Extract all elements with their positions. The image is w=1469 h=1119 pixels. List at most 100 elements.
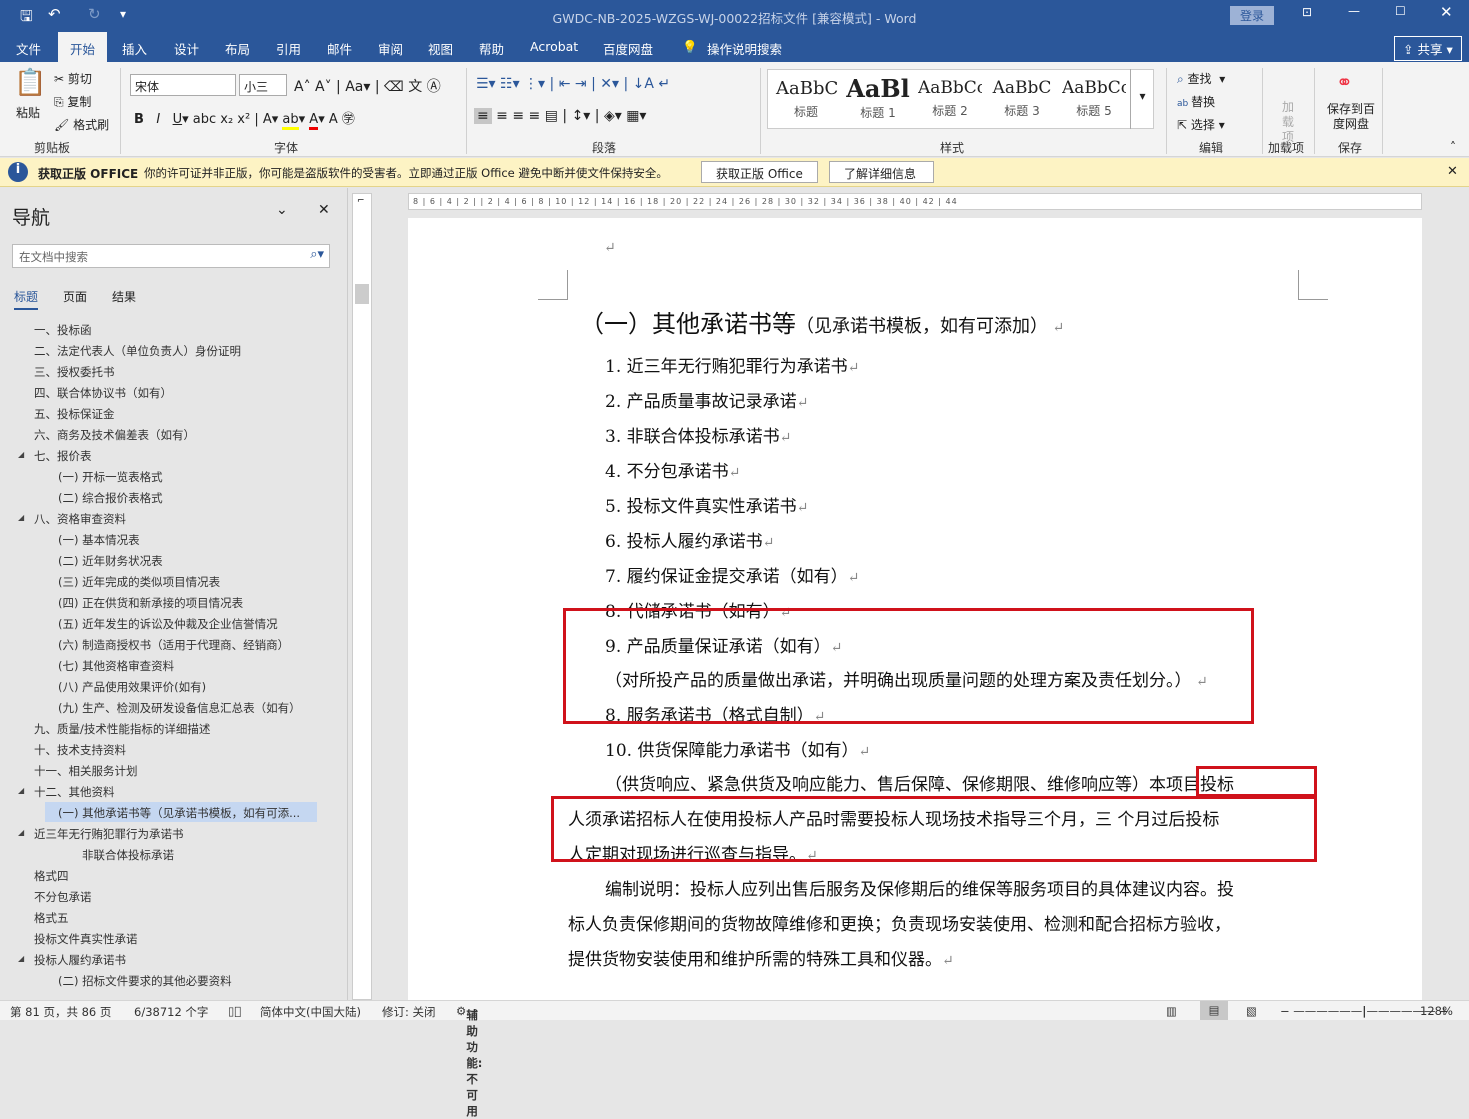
paste-icon[interactable]: 📋 bbox=[14, 68, 46, 98]
nav-heading-item[interactable]: 一、投标函 bbox=[34, 322, 92, 338]
nav-search-input[interactable]: 在文档中搜索 ⌕▾ bbox=[12, 244, 330, 268]
tab-insert[interactable]: 插入 bbox=[122, 39, 147, 58]
style-heading-2[interactable]: AaBbCc 标题 2 bbox=[918, 78, 982, 119]
nav-heading-item[interactable]: 三、授权委托书 bbox=[34, 364, 115, 380]
copy-button[interactable]: ⎘ 复制 bbox=[54, 93, 91, 110]
zoom-level[interactable]: 128% bbox=[1420, 1004, 1453, 1018]
tab-references[interactable]: 引用 bbox=[276, 39, 301, 58]
nav-heading-item[interactable]: 投标人履约承诺书 bbox=[34, 952, 126, 968]
login-button[interactable]: 登录 bbox=[1230, 6, 1275, 25]
tab-baidu[interactable]: 百度网盘 bbox=[603, 39, 653, 58]
nav-heading-item[interactable]: (二) 招标文件要求的其他必要资料 bbox=[58, 973, 232, 989]
nav-heading-item[interactable]: (一) 开标一览表格式 bbox=[58, 469, 163, 485]
nav-heading-item[interactable]: 四、联合体协议书（如有） bbox=[34, 385, 172, 401]
nav-heading-item[interactable]: 六、商务及技术偏差表（如有） bbox=[34, 427, 195, 443]
expand-triangle-icon[interactable]: ◢ bbox=[18, 786, 24, 795]
expand-triangle-icon[interactable]: ◢ bbox=[18, 828, 24, 837]
list-icons[interactable]: ☰▾ ☷▾ ⋮▾ | ⇤ ⇥ | ✕▾ | ↓A ↵ bbox=[476, 76, 670, 92]
close-bar-icon[interactable]: ✕ bbox=[1447, 164, 1458, 179]
web-layout-icon[interactable]: ▧ bbox=[1246, 1004, 1257, 1018]
tab-selector[interactable]: ⌐ bbox=[357, 196, 365, 206]
align-icons[interactable]: ≡ ≡ ≡ ≡ ▤ | ↕▾ | ◈▾ ▦▾ bbox=[474, 108, 646, 124]
select-button[interactable]: ⇱ 选择 ▾ bbox=[1177, 116, 1225, 133]
nav-close-icon[interactable]: ✕ bbox=[318, 202, 330, 218]
nav-heading-item[interactable]: 投标文件真实性承诺 bbox=[34, 931, 138, 947]
tab-review[interactable]: 审阅 bbox=[378, 39, 403, 58]
style-heading-3[interactable]: AaBbC 标题 3 bbox=[990, 78, 1054, 119]
nav-heading-item[interactable]: (二) 综合报价表格式 bbox=[58, 490, 163, 506]
proofing-icon[interactable]: ▯⃠ bbox=[228, 1004, 241, 1018]
nav-heading-item[interactable]: (七) 其他资格审查资料 bbox=[58, 658, 174, 674]
find-button[interactable]: ⌕ 查找 ▾ bbox=[1177, 70, 1225, 87]
ribbon-display-icon[interactable]: ⊡ bbox=[1302, 5, 1312, 19]
nav-heading-item[interactable]: 十、技术支持资料 bbox=[34, 742, 126, 758]
tab-home[interactable]: 开始 bbox=[58, 32, 108, 62]
styles-more-button[interactable]: ▾ bbox=[1130, 69, 1154, 129]
horizontal-ruler[interactable]: 8 | 6 | 4 | 2 | | 2 | 4 | 6 | 8 | 10 | 1… bbox=[408, 193, 1422, 210]
expand-triangle-icon[interactable]: ◢ bbox=[18, 513, 24, 522]
tab-view[interactable]: 视图 bbox=[428, 39, 453, 58]
nav-heading-item[interactable]: 格式五 bbox=[34, 910, 69, 926]
minimize-button[interactable]: — bbox=[1348, 4, 1360, 18]
tab-layout[interactable]: 布局 bbox=[225, 39, 250, 58]
share-button[interactable]: ⇪ 共享 ▾ bbox=[1394, 36, 1462, 61]
nav-heading-item[interactable]: 十一、相关服务计划 bbox=[34, 763, 138, 779]
nav-heading-item[interactable]: 不分包承诺 bbox=[34, 889, 92, 905]
nav-heading-item[interactable]: (一) 其他承诺书等（见承诺书模板，如有可添... bbox=[58, 805, 300, 821]
cut-button[interactable]: ✂ 剪切 bbox=[54, 70, 92, 87]
expand-triangle-icon[interactable]: ◢ bbox=[18, 450, 24, 459]
tab-help[interactable]: 帮助 bbox=[479, 39, 504, 58]
nav-heading-item[interactable]: (一) 基本情况表 bbox=[58, 532, 140, 548]
tab-design[interactable]: 设计 bbox=[174, 39, 199, 58]
nav-heading-item[interactable]: (三) 近年完成的类似项目情况表 bbox=[58, 574, 220, 590]
learn-more-button[interactable]: 了解详细信息 bbox=[829, 161, 934, 183]
language[interactable]: 简体中文(中国大陆) bbox=[260, 1004, 361, 1020]
print-layout-icon[interactable]: ▤ bbox=[1200, 1001, 1228, 1020]
nav-heading-item[interactable]: 格式四 bbox=[34, 868, 69, 884]
font-size-select[interactable]: 小三 bbox=[239, 74, 287, 96]
nav-heading-item[interactable]: 近三年无行贿犯罪行为承诺书 bbox=[34, 826, 184, 842]
close-button[interactable]: ✕ bbox=[1440, 3, 1453, 21]
font-format-icons[interactable]: A˄ A˅ | Aa▾ | ⌫ 文 Ⓐ bbox=[294, 76, 441, 96]
nav-heading-item[interactable]: 七、报价表 bbox=[34, 448, 92, 464]
search-icon[interactable]: ⌕▾ bbox=[310, 247, 324, 262]
style-heading-5[interactable]: AaBbCc 标题 5 bbox=[1062, 78, 1126, 119]
nav-tab-headings[interactable]: 标题 bbox=[14, 288, 39, 310]
tell-me-search[interactable]: 操作说明搜索 bbox=[707, 39, 782, 58]
expand-triangle-icon[interactable]: ◢ bbox=[18, 954, 24, 963]
style-title[interactable]: AaBbC 标题 bbox=[776, 78, 838, 120]
nav-heading-item[interactable]: (二) 近年财务状况表 bbox=[58, 553, 163, 569]
nav-tab-pages[interactable]: 页面 bbox=[63, 288, 87, 305]
nav-heading-item[interactable]: (八) 产品使用效果评价(如有) bbox=[58, 679, 206, 695]
nav-heading-item[interactable]: 十二、其他资料 bbox=[34, 784, 115, 800]
font-style-icons[interactable]: B I U▾ abc x₂ x² | A▾ ab▾ A▾ A ㊫ bbox=[134, 108, 355, 130]
tab-file[interactable]: 文件 bbox=[16, 39, 41, 58]
replace-button[interactable]: ab 替换 bbox=[1177, 93, 1215, 110]
track-changes[interactable]: 修订: 关闭 bbox=[382, 1004, 436, 1020]
word-count[interactable]: 6/38712 个字 bbox=[134, 1004, 208, 1020]
nav-heading-item[interactable]: (四) 正在供货和新承接的项目情况表 bbox=[58, 595, 243, 611]
nav-heading-item[interactable]: (九) 生产、检测及研发设备信息汇总表（如有） bbox=[58, 700, 301, 716]
nav-heading-item[interactable]: 二、法定代表人（单位负责人）身份证明 bbox=[34, 343, 241, 359]
nav-heading-item[interactable]: 八、资格审查资料 bbox=[34, 511, 126, 527]
tab-acrobat[interactable]: Acrobat bbox=[530, 39, 578, 54]
style-heading-1[interactable]: AaBl 标题 1 bbox=[846, 74, 910, 121]
page-count[interactable]: 第 81 页，共 86 页 bbox=[10, 1004, 111, 1020]
nav-options-icon[interactable]: ⌄ bbox=[276, 202, 288, 218]
nav-heading-item[interactable]: (六) 制造商授权书（适用于代理商、经销商） bbox=[58, 637, 289, 653]
tab-mailings[interactable]: 邮件 bbox=[327, 39, 352, 58]
nav-scrollbar[interactable] bbox=[338, 200, 346, 1000]
font-name-select[interactable]: 宋体 bbox=[130, 74, 236, 96]
paste-button[interactable]: 粘贴 bbox=[16, 104, 40, 121]
save-baidu-button[interactable]: 保存到百度网盘 bbox=[1326, 102, 1376, 132]
nav-tab-results[interactable]: 结果 bbox=[112, 288, 136, 305]
nav-heading-item[interactable]: 五、投标保证金 bbox=[34, 406, 115, 422]
accessibility[interactable]: ⚙ 辅助功能: 不可用 bbox=[456, 1004, 482, 1118]
nav-heading-item[interactable]: 非联合体投标承诺 bbox=[82, 847, 174, 863]
get-genuine-button[interactable]: 获取正版 Office bbox=[701, 161, 818, 183]
maximize-button[interactable]: ☐ bbox=[1395, 4, 1406, 18]
nav-heading-item[interactable]: (五) 近年发生的诉讼及仲裁及企业信誉情况 bbox=[58, 616, 278, 632]
format-painter-button[interactable]: 🖌 格式刷 bbox=[54, 116, 109, 133]
nav-heading-item[interactable]: 九、质量/技术性能指标的详细描述 bbox=[34, 721, 210, 737]
collapse-ribbon-icon[interactable]: ˄ bbox=[1450, 140, 1456, 154]
